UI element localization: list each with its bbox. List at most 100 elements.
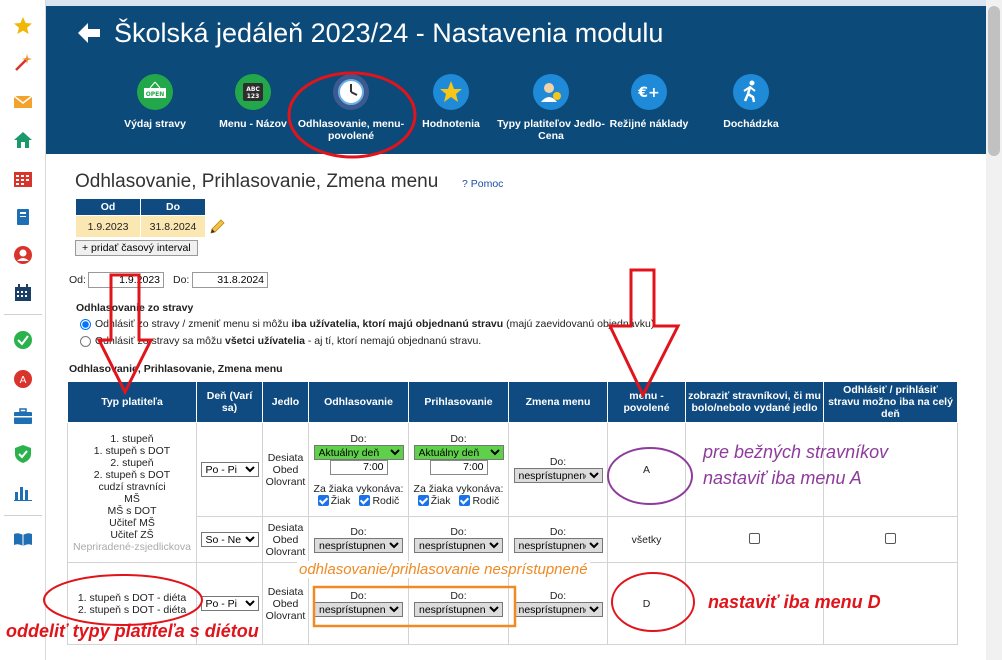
- menu-change-select[interactable]: nesprístupnené: [513, 602, 603, 617]
- login-day-select[interactable]: Aktuálny deň: [413, 444, 504, 460]
- shield-check-icon[interactable]: [8, 441, 38, 467]
- tool-menu-nazov[interactable]: ABC 123 Menu - Názov: [198, 74, 308, 130]
- menu-change-select[interactable]: nesprístupnené: [513, 468, 603, 483]
- pupil-checkbox[interactable]: [317, 495, 329, 507]
- star-icon[interactable]: [8, 13, 38, 39]
- book-icon[interactable]: [8, 204, 38, 230]
- logout-select[interactable]: nesprístupnené: [314, 538, 403, 553]
- menu-allowed-cell[interactable]: všetky: [607, 516, 686, 563]
- tool-label: Typy platiteľov Jedlo-Cena: [497, 118, 605, 142]
- tool-hodnotenia[interactable]: Hodnotenia: [396, 74, 506, 130]
- star-icon: [433, 74, 469, 110]
- no-entry-icon[interactable]: A: [8, 366, 38, 392]
- menu-change-select[interactable]: nesprístupnené: [513, 538, 603, 553]
- performs-label: Za žiaka vykonáva:: [313, 482, 404, 495]
- login-select[interactable]: nesprístupnené: [414, 538, 503, 553]
- day-select[interactable]: Po - Pi: [200, 596, 259, 611]
- payer-item-muted: Nepriradené-zsjedlickova: [73, 540, 191, 553]
- parent-checkbox[interactable]: [359, 495, 371, 507]
- menu-change-cell: Do: nesprístupnené: [508, 422, 608, 517]
- filter-from-input[interactable]: [88, 272, 164, 288]
- filter-to-label: Do:: [173, 274, 190, 286]
- svg-text:OPEN: OPEN: [146, 91, 165, 98]
- sidebar: A: [0, 0, 46, 660]
- bar-chart-icon[interactable]: [8, 479, 38, 505]
- food-cell: Desiata Obed Olovrant: [262, 422, 309, 517]
- pupil-label: Žiak: [330, 494, 351, 507]
- show-served-checkbox[interactable]: [749, 532, 760, 544]
- calendar-icon[interactable]: [8, 280, 38, 306]
- pupil-checkbox[interactable]: [417, 495, 429, 507]
- do-label: Do:: [350, 526, 367, 538]
- payer-item: MŠ s DOT: [107, 504, 157, 517]
- back-arrow-icon[interactable]: [76, 20, 102, 46]
- open-book-icon[interactable]: [8, 526, 38, 552]
- check-circle-icon[interactable]: [8, 327, 38, 353]
- th-menu-change: Zmena menu: [508, 381, 608, 423]
- th-show-served: zobraziť stravníkovi, či mu bolo/nebolo …: [685, 381, 824, 423]
- envelope-icon[interactable]: [8, 89, 38, 115]
- annotation-arrow-menu: [607, 268, 681, 399]
- day-select[interactable]: Po - Pi: [200, 462, 259, 477]
- radio2-suffix: - aj tí, ktorí nemajú objednanú stravu.: [304, 335, 482, 347]
- calendar-grid-icon[interactable]: [8, 166, 38, 192]
- tool-odhlasovanie[interactable]: Odhlasovanie, menu-povolené: [296, 74, 406, 142]
- food-item: Obed: [272, 597, 299, 610]
- payer-item: 2. stupeň s DOT: [93, 468, 171, 481]
- tool-vydaj-stravy[interactable]: OPEN Výdaj stravy: [100, 74, 210, 130]
- food-item: Desiata: [267, 451, 304, 464]
- tool-dochadzka[interactable]: Dochádzka: [696, 74, 806, 130]
- add-interval-button[interactable]: + pridať časový interval: [75, 240, 198, 256]
- filter-from-label: Od:: [69, 274, 86, 286]
- annotation-menu-d: nastaviť iba menu D: [708, 592, 881, 612]
- scrollbar-thumb[interactable]: [988, 6, 1000, 156]
- do-label: Do:: [549, 456, 567, 468]
- day-select[interactable]: So - Ne: [200, 532, 259, 547]
- whole-day-checkbox[interactable]: [885, 532, 896, 544]
- menu-allowed-cell[interactable]: D: [607, 562, 686, 645]
- day-cell: Po - Pi: [196, 422, 263, 517]
- radio-option-ordered-only[interactable]: Odhlásiť zo stravy / zmeniť menu si môžu…: [80, 318, 654, 330]
- home-icon[interactable]: [8, 127, 38, 153]
- payer-item: 2. stupeň s DOT - diéta: [77, 603, 187, 616]
- food-item: Obed: [272, 533, 299, 546]
- th-login: Prihlasovanie: [408, 381, 509, 423]
- help-link[interactable]: ? Pomoc: [462, 178, 503, 190]
- radio-option-all-users[interactable]: Odhlásiť zo stravy sa môžu všetci užívat…: [80, 335, 481, 347]
- section-title: Odhlasovanie, Prihlasovanie, Zmena menu: [75, 171, 439, 192]
- interval-from-cell[interactable]: 1.9.2023: [75, 215, 141, 238]
- parent-label: Rodič: [472, 494, 500, 507]
- pencil-icon[interactable]: [208, 218, 226, 236]
- magic-wand-icon[interactable]: [8, 50, 38, 76]
- svg-text:ABC: ABC: [246, 86, 260, 93]
- parent-checkbox[interactable]: [459, 495, 471, 507]
- radio-all-users[interactable]: [80, 335, 91, 347]
- payer-item: 2. stupeň: [110, 456, 154, 469]
- svg-text:123: 123: [247, 93, 260, 100]
- food-cell: Desiata Obed Olovrant: [262, 516, 309, 563]
- login-select[interactable]: nesprístupnené: [414, 602, 503, 617]
- payer-item: Učiteľ ZŠ: [110, 528, 154, 541]
- abc-123-icon: ABC 123: [235, 74, 271, 110]
- tool-rezijne-naklady[interactable]: €+ Režijné náklady: [594, 74, 704, 130]
- interval-to-cell[interactable]: 31.8.2024: [140, 215, 206, 238]
- radio-label: Odhlásiť zo stravy sa môžu všetci užívat…: [95, 335, 481, 347]
- filter-to-input[interactable]: [192, 272, 268, 288]
- th-whole-day: Odhlásiť / prihlásiť stravu možno iba na…: [823, 381, 958, 423]
- user-circle-icon[interactable]: [8, 242, 38, 268]
- table-row: So - Ne Desiata Obed Olovrant Do: nesprí…: [68, 516, 958, 563]
- tool-typy-platitelov[interactable]: Typy platiteľov Jedlo-Cena: [496, 74, 606, 142]
- th-menu-allowed: menu - povolené: [607, 381, 686, 423]
- logout-time-input[interactable]: [329, 459, 388, 475]
- logout-day-select[interactable]: Aktuálny deň: [313, 444, 404, 460]
- menu-allowed-cell[interactable]: A: [607, 422, 686, 517]
- radio-ordered-only[interactable]: [80, 318, 91, 330]
- radio1-prefix: Odhlásiť zo stravy / zmeniť menu si môžu: [95, 318, 292, 330]
- briefcase-icon[interactable]: [8, 403, 38, 429]
- logout-select[interactable]: nesprístupnené: [314, 602, 403, 617]
- th-day: Deň (Varí sa): [196, 381, 263, 423]
- table-header-row: Typ platiteľa Deň (Varí sa) Jedlo Odhlas…: [67, 381, 958, 423]
- show-served-cell: [685, 516, 824, 563]
- login-time-input[interactable]: [429, 459, 488, 475]
- login-cell: Do: Aktuálny deň Za žiaka vykonáva: Žiak…: [408, 422, 509, 517]
